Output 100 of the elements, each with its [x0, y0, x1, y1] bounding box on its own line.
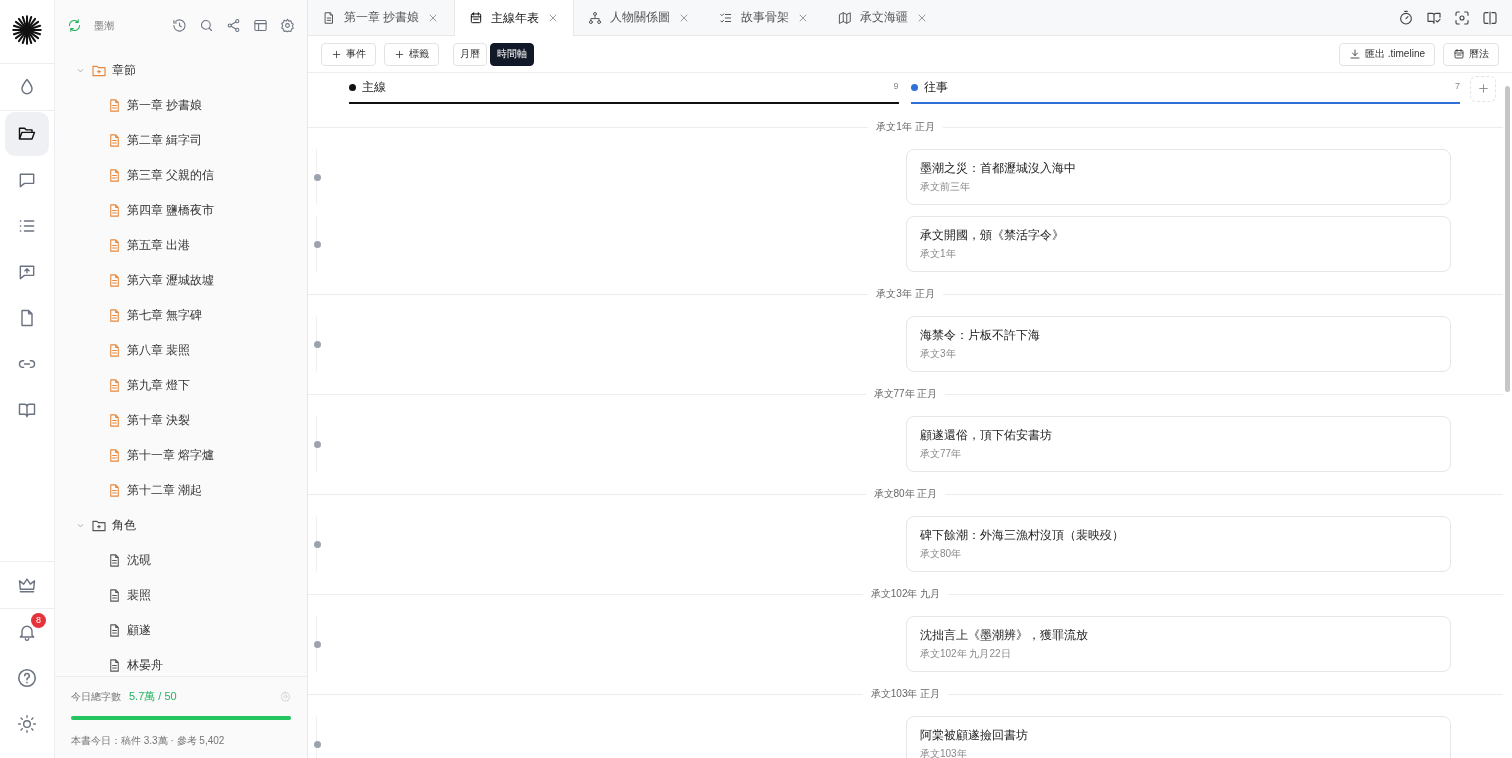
plus-icon [331, 48, 342, 60]
view-toggle[interactable]: 時間軸 [490, 42, 534, 66]
event-card[interactable]: 承文開國，頒《禁活字令》 承文1年 [906, 216, 1451, 272]
scrollbar-thumb[interactable] [1505, 86, 1510, 392]
document-icon [322, 10, 336, 25]
event-marker [314, 440, 321, 448]
document-icon [107, 553, 122, 568]
tab[interactable]: 第一章 抄書娘 [308, 0, 455, 35]
folder-button[interactable] [5, 112, 49, 156]
checklist-icon [719, 10, 734, 25]
file-label[interactable]: 第十章 決裂 [127, 412, 191, 429]
file-label[interactable]: 第十二章 潮起 [127, 482, 203, 499]
sun-icon [17, 714, 37, 734]
plus-icon [1476, 82, 1490, 95]
file-label[interactable]: 第三章 父親的信 [127, 167, 215, 184]
file-label[interactable]: 林晏舟 [127, 657, 163, 674]
timer-icon[interactable] [1398, 9, 1414, 26]
event-card[interactable]: 顧遂還俗，頂下佑安書坊 承文77年 [906, 416, 1451, 472]
notification-badge: 8 [31, 613, 46, 628]
layout-icon[interactable] [253, 18, 268, 33]
file-label[interactable]: 第八章 裴照 [127, 342, 191, 359]
event-card[interactable]: 阿棠被顧遂撿回書坊 承文103年 [906, 716, 1451, 758]
file-label[interactable]: 第一章 抄書娘 [127, 97, 203, 114]
event-card[interactable]: 海禁令：片板不許下海 承文3年 [906, 316, 1451, 372]
folder-label[interactable]: 章節 [112, 62, 136, 79]
event-marker [314, 173, 321, 181]
period-header: 承文103年 正月 [308, 683, 1503, 705]
tab[interactable]: 承文海疆 [824, 0, 944, 35]
event-date: 承文3年 [920, 347, 957, 361]
event-title: 顧遂還俗，頂下佑安書坊 [920, 427, 1053, 444]
export-button[interactable]: 匯出 .timeline [1339, 42, 1435, 66]
file-label[interactable]: 第五章 出港 [127, 237, 191, 254]
document-icon [107, 308, 122, 323]
search-icon[interactable] [199, 18, 214, 33]
document-icon [107, 273, 122, 288]
split-view-icon[interactable] [1482, 9, 1498, 26]
file-label[interactable]: 第二章 緝字司 [127, 132, 203, 149]
settings-icon[interactable] [280, 18, 295, 33]
share-icon[interactable] [226, 18, 241, 33]
event-date: 承文前三年 [920, 180, 971, 194]
document-icon [107, 658, 122, 673]
event-card[interactable]: 沈拙言上《墨潮辨》，獲罪流放 承文102年 九月22日 [906, 616, 1451, 672]
event-date: 承文102年 九月22日 [920, 647, 1012, 661]
history-icon[interactable] [172, 18, 187, 33]
file-label[interactable]: 第十一章 熔字爐 [127, 447, 215, 464]
tab[interactable]: 故事骨架 [705, 0, 825, 35]
event-title: 碑下餘潮：外海三漁村沒頂（裴映歿） [920, 527, 1125, 544]
calendar-icon [469, 11, 484, 25]
file-label[interactable]: 第七章 無字碑 [127, 307, 203, 324]
document-icon [107, 483, 122, 498]
add-button[interactable]: 標籤 [384, 42, 439, 66]
bell-button[interactable]: 8 [5, 610, 49, 654]
file-label[interactable]: 第九章 燈下 [127, 377, 191, 394]
event-card[interactable]: 墨潮之災：首都瀝城沒入海中 承文前三年 [906, 149, 1451, 205]
chat-icon [17, 170, 37, 190]
event-title: 沈拙言上《墨潮辨》，獲罪流放 [920, 627, 1089, 644]
event-marker [314, 740, 321, 748]
event-date: 承文103年 [920, 747, 968, 758]
lane-name: 主線 [362, 79, 386, 96]
tab[interactable]: 主線年表 [454, 0, 575, 36]
file-label[interactable]: 第六章 瀝城故墟 [127, 272, 215, 289]
tab-label: 故事骨架 [741, 9, 790, 26]
tab-label: 承文海疆 [860, 9, 909, 26]
daily-stats: 本書今日：稿件 3.3萬 · 參考 5,402 [71, 734, 226, 748]
calendar-button[interactable]: 曆法 [1443, 42, 1499, 66]
folder-label[interactable]: 角色 [112, 517, 136, 534]
event-date: 承文80年 [920, 547, 963, 561]
lane-count: 9 [893, 81, 899, 91]
lane-header[interactable]: 往事 7 [910, 73, 1460, 104]
tab[interactable]: 人物關係圖 [574, 0, 706, 35]
book-icon [17, 400, 37, 420]
focus-icon[interactable] [1454, 9, 1470, 26]
event-marker [314, 240, 321, 248]
event-marker [314, 540, 321, 548]
file-label[interactable]: 沈硯 [127, 552, 151, 569]
document-icon [107, 623, 122, 638]
event-date: 承文1年 [920, 247, 957, 261]
file-label[interactable]: 第四章 鹽橋夜市 [127, 202, 215, 219]
event-title: 海禁令：片板不許下海 [920, 327, 1041, 344]
event-card[interactable]: 碑下餘潮：外海三漁村沒頂（裴映歿） 承文80年 [906, 516, 1451, 572]
add-lane-button[interactable] [1470, 75, 1496, 102]
event-title: 承文開國，頒《禁活字令》 [920, 227, 1065, 244]
document-icon [107, 133, 122, 148]
period-header: 承文77年 正月 [308, 383, 1503, 405]
period-header: 承文80年 正月 [308, 483, 1503, 505]
view-toggle[interactable]: 月曆 [453, 42, 487, 66]
sync-icon[interactable] [67, 18, 82, 33]
document-icon [107, 168, 122, 183]
file-label[interactable]: 裴照 [127, 587, 151, 604]
period-header: 承文102年 九月 [308, 583, 1503, 605]
document-icon [107, 413, 122, 428]
tab-label: 第一章 抄書娘 [344, 9, 420, 26]
file-label[interactable]: 顧遂 [127, 622, 151, 639]
event-title: 墨潮之災：首都瀝城沒入海中 [920, 160, 1077, 177]
lane-name: 往事 [923, 79, 948, 96]
document-icon [107, 588, 122, 603]
map-icon [838, 10, 853, 25]
lane-header[interactable]: 主線 9 [349, 73, 899, 104]
event-marker [314, 640, 321, 648]
add-button[interactable]: 事件 [321, 42, 376, 66]
